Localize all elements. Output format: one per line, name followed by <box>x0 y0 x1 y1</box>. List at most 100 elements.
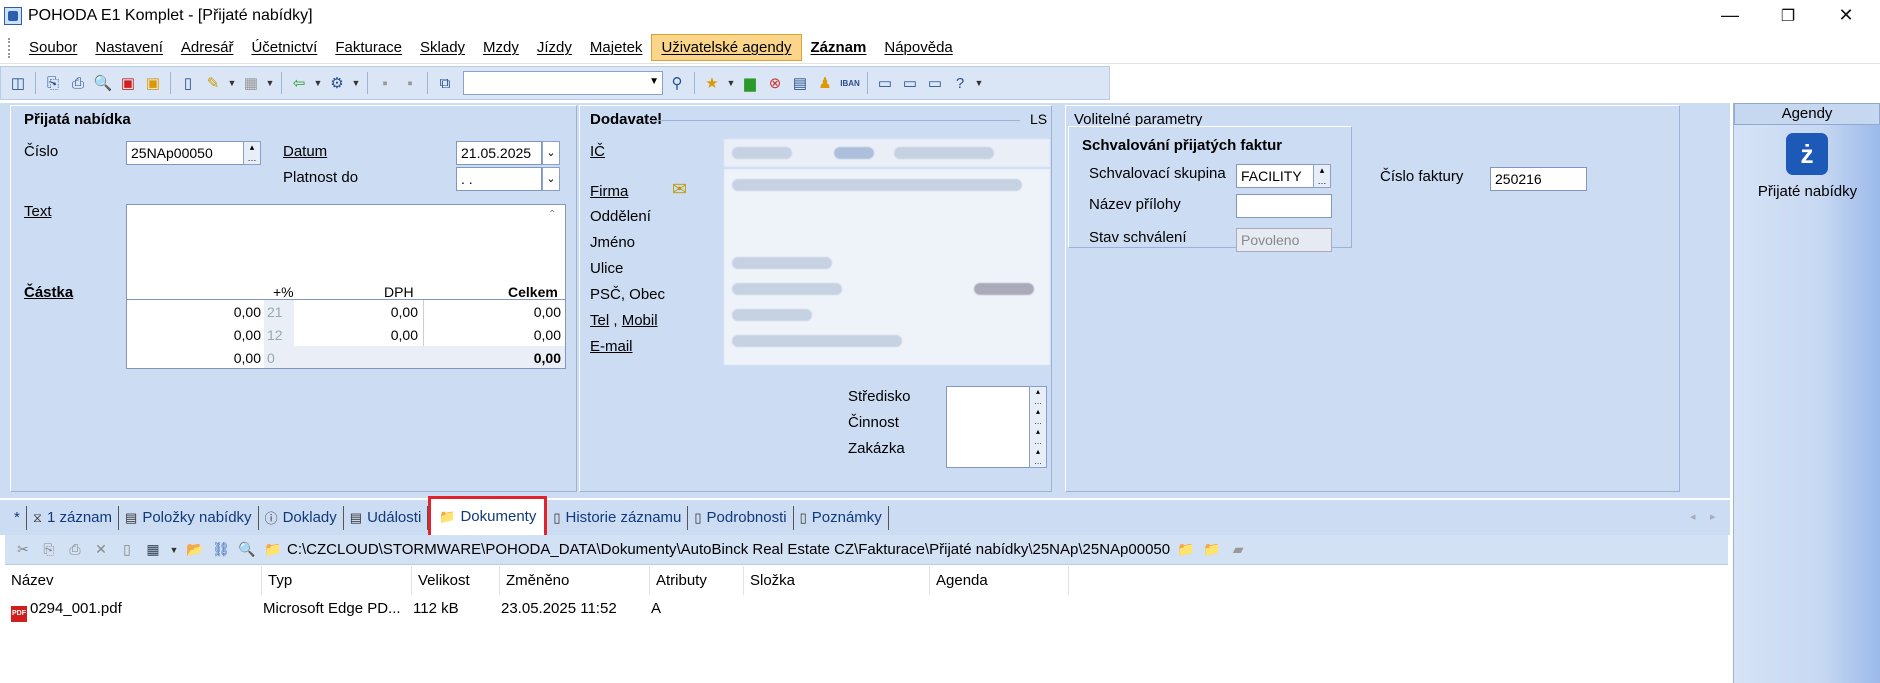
iban-icon[interactable]: IBAN <box>839 72 861 94</box>
print-preview-icon[interactable]: 🔍 <box>92 72 114 94</box>
address-book-icon[interactable]: ✉ <box>672 179 687 200</box>
tab-udalosti[interactable]: ▤ Události <box>344 505 429 530</box>
menu-mzdy[interactable]: Mzdy <box>474 35 528 60</box>
comment-icon[interactable]: ▰ <box>1228 540 1248 560</box>
menu-fakturace[interactable]: Fakturace <box>326 35 411 60</box>
platnost-dropdown-button[interactable]: ⌄ <box>542 167 560 191</box>
zaklad-21[interactable]: 0,00 <box>127 304 261 320</box>
tel-link[interactable]: Tel <box>590 312 609 329</box>
ic-redacted-field[interactable] <box>724 139 1050 167</box>
mobil-link[interactable]: Mobil <box>622 312 658 329</box>
save-icon[interactable]: ▪ <box>374 72 396 94</box>
menu-soubor[interactable]: Soubor <box>20 35 86 60</box>
tab-doklady[interactable]: ⓘ Doklady <box>259 505 344 530</box>
save-copy-icon[interactable]: ▪ <box>399 72 421 94</box>
menu-uzivatelske-agendy[interactable]: Uživatelské agendy <box>651 34 802 61</box>
dph-12[interactable]: 0,00 <box>294 327 418 343</box>
chevron-down-icon[interactable]: ▼ <box>265 72 275 94</box>
print-icon[interactable]: ⎙ <box>67 72 89 94</box>
col-slozka[interactable]: Složka <box>744 566 930 595</box>
menu-nastaveni[interactable]: Nastavení <box>86 35 172 60</box>
tab-poznamky[interactable]: ▯ Poznámky <box>794 505 889 530</box>
filter-icon[interactable]: ⚲ <box>666 72 688 94</box>
col-zmeneno[interactable]: Změněno <box>500 566 650 595</box>
menu-jizdy[interactable]: Jízdy <box>528 35 581 60</box>
col-atributy[interactable]: Atributy <box>650 566 744 595</box>
tab-1-zaznam[interactable]: ⧖ 1 záznam <box>27 505 120 530</box>
link-icon[interactable]: ⛓ <box>211 540 231 560</box>
back-arrow-icon[interactable]: ⇦ <box>288 72 310 94</box>
skupina-field[interactable]: FACILITY <box>1236 164 1314 188</box>
chevron-down-icon[interactable]: ▼ <box>313 72 323 94</box>
firma-label[interactable]: Firma <box>590 183 628 200</box>
monitor-icon[interactable]: ▭ <box>924 72 946 94</box>
tab-scroll-left-icon[interactable]: ◂ <box>1690 510 1696 523</box>
menu-zaznam[interactable]: Záznam <box>802 35 876 60</box>
platnost-field[interactable]: . . <box>456 167 542 191</box>
datum-field[interactable]: 21.05.2025 <box>456 141 542 165</box>
toggle-panel-icon[interactable]: ◫ <box>7 72 29 94</box>
faktura-field[interactable]: 250216 <box>1490 167 1587 191</box>
email-label[interactable]: E-mail <box>590 338 633 355</box>
duplicate-icon[interactable]: ⧉ <box>434 72 456 94</box>
export-icon[interactable]: ▣ <box>142 72 164 94</box>
chevron-down-icon[interactable]: ▼ <box>726 72 736 94</box>
new-folder-icon[interactable]: 📁 <box>1202 540 1222 560</box>
chevron-down-icon[interactable]: ▼ <box>351 72 361 94</box>
zaklad-0[interactable]: 0,00 <box>127 350 261 366</box>
properties-icon[interactable]: ▯ <box>117 540 137 560</box>
menu-napoveda[interactable]: Nápověda <box>875 35 961 60</box>
datum-dropdown-button[interactable]: ⌄ <box>542 141 560 165</box>
dph-21[interactable]: 0,00 <box>294 304 418 320</box>
scroll-up-icon[interactable]: ⌃ <box>548 209 556 220</box>
tab-scroll-right-icon[interactable]: ▸ <box>1710 510 1716 523</box>
edit-icon[interactable]: ✎ <box>202 72 224 94</box>
celkem-21[interactable]: 0,00 <box>423 304 561 320</box>
folder-star-icon[interactable]: ★ <box>701 72 723 94</box>
view-icon[interactable]: ▦ <box>143 540 163 560</box>
prijate-nabidky-icon[interactable]: ż <box>1786 133 1828 175</box>
stredisko-cinnost-zakazka-list[interactable] <box>946 386 1030 468</box>
menu-majetek[interactable]: Majetek <box>581 35 652 60</box>
copy-icon[interactable]: ⎘ <box>42 72 64 94</box>
tab-polozky[interactable]: ▤ Položky nabídky <box>119 505 259 530</box>
grid-icon[interactable]: ▦ <box>240 72 262 94</box>
print-icon[interactable]: ⎙ <box>65 540 85 560</box>
agendy-item-prijate-nabidky[interactable]: Přijaté nabídky <box>1734 183 1880 200</box>
col-agenda[interactable]: Agenda <box>930 566 1069 595</box>
calculator-icon[interactable]: ▤ <box>789 72 811 94</box>
ic-label[interactable]: IČ <box>590 143 605 160</box>
chevron-down-icon[interactable]: ▼ <box>974 72 984 94</box>
minimize-button[interactable]: — <box>1702 0 1758 31</box>
cislo-field[interactable]: 25NAp00050 <box>126 141 244 165</box>
delete-doc-icon[interactable]: ⊗ <box>764 72 786 94</box>
cut-icon[interactable]: ✂ <box>13 540 33 560</box>
green-book-icon[interactable]: ▆ <box>739 72 761 94</box>
new-record-icon[interactable]: ▯ <box>177 72 199 94</box>
window-icon[interactable]: ▭ <box>874 72 896 94</box>
gear-icon[interactable]: ⚙ <box>326 72 348 94</box>
menu-sklady[interactable]: Sklady <box>411 35 474 60</box>
tab-podrobnosti[interactable]: ▯ Podrobnosti <box>688 505 794 530</box>
delete-icon[interactable]: ✕ <box>91 540 111 560</box>
folder-open-icon[interactable]: 📂 <box>185 540 205 560</box>
priloha-field[interactable] <box>1236 194 1332 218</box>
celkem-12[interactable]: 0,00 <box>423 327 561 343</box>
supplier-redacted-block[interactable] <box>724 169 1050 365</box>
close-button[interactable]: ✕ <box>1818 0 1874 31</box>
folder-up-icon[interactable]: 📁 <box>1176 540 1196 560</box>
tab-dokumenty[interactable]: 📁 Dokumenty <box>428 495 548 538</box>
menu-adresar[interactable]: Adresář <box>172 35 243 60</box>
tab-historie[interactable]: ▯ Historie záznamu <box>547 505 689 530</box>
chevron-down-icon[interactable]: ▼ <box>227 72 237 94</box>
chevron-down-icon[interactable]: ▼ <box>169 540 179 560</box>
help-icon[interactable]: ? <box>949 72 971 94</box>
col-nazev[interactable]: Název <box>5 566 262 595</box>
skupina-picker-button[interactable]: ▴… <box>1313 164 1331 188</box>
zaklad-12[interactable]: 0,00 <box>127 327 261 343</box>
col-velikost[interactable]: Velikost <box>412 566 500 595</box>
pdf-icon[interactable]: ▣ <box>117 72 139 94</box>
search-folder-icon[interactable]: 🔍 <box>237 540 257 560</box>
window2-icon[interactable]: ▭ <box>899 72 921 94</box>
restore-button[interactable]: ❐ <box>1760 0 1816 31</box>
